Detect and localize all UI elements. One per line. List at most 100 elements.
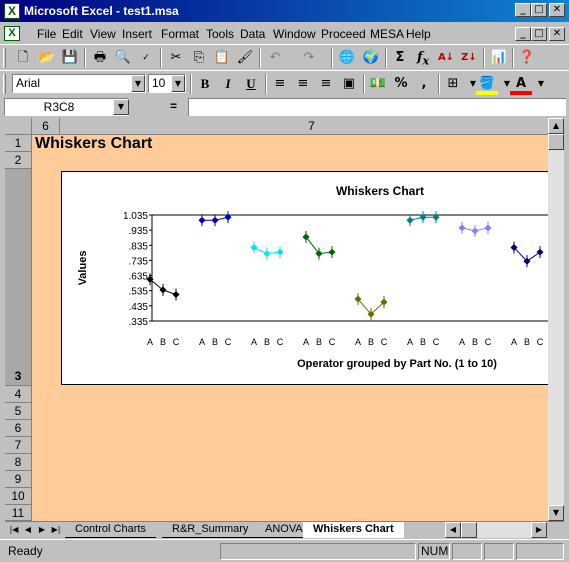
fill-color-icon[interactable]: 🪣 <box>476 73 498 95</box>
scroll-left-arrow-icon[interactable]: ◀ <box>445 522 461 538</box>
chart-wizard-icon[interactable]: 📊 <box>488 47 510 69</box>
hyperlink-icon[interactable]: 🌍 <box>360 47 382 69</box>
menu-window[interactable]: Window <box>273 27 316 41</box>
scroll-up-arrow-icon[interactable]: ▲ <box>548 118 564 134</box>
toolbar-separator <box>483 48 485 68</box>
row-header[interactable]: 8 <box>5 454 32 471</box>
vertical-scrollbar[interactable]: ▲ ▼ <box>548 118 564 521</box>
paste-icon[interactable]: 📋 <box>211 47 233 69</box>
x-tick-label: B <box>368 337 374 347</box>
doc-restore-button[interactable]: □ <box>531 27 547 41</box>
row-header[interactable]: 5 <box>5 403 32 420</box>
borders-icon[interactable]: ⊞ <box>442 73 464 95</box>
row-header[interactable]: 6 <box>5 420 32 437</box>
scroll-right-arrow-icon[interactable]: ▶ <box>531 522 547 538</box>
row-header[interactable]: 1 <box>5 135 32 152</box>
sort-descending-icon[interactable]: Z↓ <box>458 47 480 69</box>
scroll-thumb[interactable] <box>548 134 564 150</box>
align-center-icon[interactable]: ≡ <box>292 73 314 95</box>
autosum-icon[interactable]: Σ <box>389 47 411 69</box>
status-panel <box>484 543 514 560</box>
font-color-icon[interactable]: A <box>510 73 532 95</box>
toolbar-grip[interactable] <box>3 74 6 94</box>
worksheet-grid[interactable]: 6 7 1 2 3 4 5 6 7 8 9 10 11 Whiskers Cha… <box>5 118 564 521</box>
first-sheet-arrow-icon[interactable]: |◀ <box>7 523 21 537</box>
scroll-down-arrow-icon[interactable]: ▼ <box>548 505 564 521</box>
status-panel <box>220 543 416 560</box>
menu-edit[interactable]: Edit <box>62 27 83 41</box>
bold-button[interactable]: B <box>194 73 216 95</box>
toolbar-grip[interactable] <box>3 48 6 68</box>
percent-button[interactable]: % <box>390 73 412 95</box>
print-preview-icon[interactable]: 🔍 <box>112 47 134 69</box>
column-header[interactable]: 7 <box>60 118 564 135</box>
row-header[interactable]: 11 <box>5 505 32 521</box>
chevron-down-icon[interactable]: ▼ <box>171 75 185 92</box>
row-header[interactable]: 2 <box>5 152 32 169</box>
select-all-corner[interactable] <box>5 118 32 135</box>
close-button[interactable]: ✕ <box>549 3 565 17</box>
x-tick-label: B <box>212 337 218 347</box>
prev-sheet-arrow-icon[interactable]: ◀ <box>21 523 35 537</box>
merge-center-icon[interactable]: ▣ <box>338 73 360 95</box>
sheet-title-cell[interactable]: Whiskers Chart <box>35 135 152 153</box>
underline-button[interactable]: U <box>240 73 262 95</box>
sheet-tab-whiskers-chart[interactable]: Whiskers Chart <box>303 522 404 538</box>
format-painter-icon[interactable]: 🖌 <box>234 47 256 69</box>
equals-sign[interactable]: = <box>170 99 177 113</box>
doc-minimize-button[interactable]: _ <box>515 27 531 41</box>
column-header[interactable]: 6 <box>32 118 60 135</box>
redo-icon[interactable]: ↷ <box>298 47 320 69</box>
menu-data[interactable]: Data <box>240 27 265 41</box>
doc-close-button[interactable]: ✕ <box>549 27 565 41</box>
new-document-icon[interactable]: 🗋 <box>12 47 34 69</box>
menu-insert[interactable]: Insert <box>122 27 152 41</box>
menu-file[interactable]: File <box>37 27 56 41</box>
document-icon[interactable]: X <box>4 26 20 41</box>
menu-proceed[interactable]: Proceed <box>321 27 366 41</box>
row-header[interactable]: 10 <box>5 488 32 505</box>
cut-icon[interactable]: ✂ <box>165 47 187 69</box>
minimize-button[interactable]: _ <box>515 3 531 17</box>
chevron-down-icon[interactable]: ▼ <box>530 73 552 95</box>
maximize-button[interactable]: □ <box>531 3 547 17</box>
chevron-down-icon[interactable]: ▼ <box>131 75 145 92</box>
font-name-select[interactable]: Arial ▼ <box>12 74 146 93</box>
row-header[interactable]: 4 <box>5 386 32 403</box>
align-left-icon[interactable]: ≡ <box>269 73 291 95</box>
menu-format[interactable]: Format <box>161 27 199 41</box>
spelling-icon[interactable]: ✓ <box>135 47 157 69</box>
window-title: Microsoft Excel - test1.msa <box>24 4 179 18</box>
align-right-icon[interactable]: ≡ <box>315 73 337 95</box>
menu-tools[interactable]: Tools <box>206 27 234 41</box>
whiskers-chart[interactable]: Whiskers Chart Values Operator grouped by … <box>61 171 564 385</box>
italic-button[interactable]: I <box>217 73 239 95</box>
horizontal-scroll-thumb[interactable] <box>461 522 477 538</box>
last-sheet-arrow-icon[interactable]: ▶| <box>49 523 63 537</box>
menu-help[interactable]: Help <box>406 27 431 41</box>
row-header[interactable]: 9 <box>5 471 32 488</box>
formula-input[interactable] <box>188 98 566 116</box>
row-header[interactable]: 3 <box>5 169 32 386</box>
x-tick-label: B <box>160 337 166 347</box>
sheet-tab-rr-summary[interactable]: R&R_Summary <box>162 522 259 538</box>
menu-mesa[interactable]: MESA <box>370 27 404 41</box>
web-toolbar-icon[interactable]: 🌐 <box>336 47 358 69</box>
print-icon[interactable]: 🖶 <box>89 47 111 69</box>
function-wizard-icon[interactable]: fx <box>412 47 434 69</box>
font-size-select[interactable]: 10 ▼ <box>148 74 186 93</box>
chevron-down-icon[interactable]: ▼ <box>113 99 129 115</box>
sheet-tab-control-charts[interactable]: Control Charts <box>65 522 156 538</box>
currency-icon[interactable]: 💵 <box>367 73 389 95</box>
name-box[interactable]: R3C8 ▼ <box>4 98 129 116</box>
copy-icon[interactable]: ⎘ <box>188 47 210 69</box>
comma-button[interactable]: , <box>413 73 435 95</box>
sort-ascending-icon[interactable]: A↓ <box>435 47 457 69</box>
office-assistant-icon[interactable]: ❓ <box>516 47 538 69</box>
save-icon[interactable]: 💾 <box>59 47 81 69</box>
menu-view[interactable]: View <box>90 27 116 41</box>
open-folder-icon[interactable]: 📂 <box>36 47 58 69</box>
next-sheet-arrow-icon[interactable]: ▶ <box>35 523 49 537</box>
row-header[interactable]: 7 <box>5 437 32 454</box>
undo-icon[interactable]: ↶ <box>264 47 286 69</box>
